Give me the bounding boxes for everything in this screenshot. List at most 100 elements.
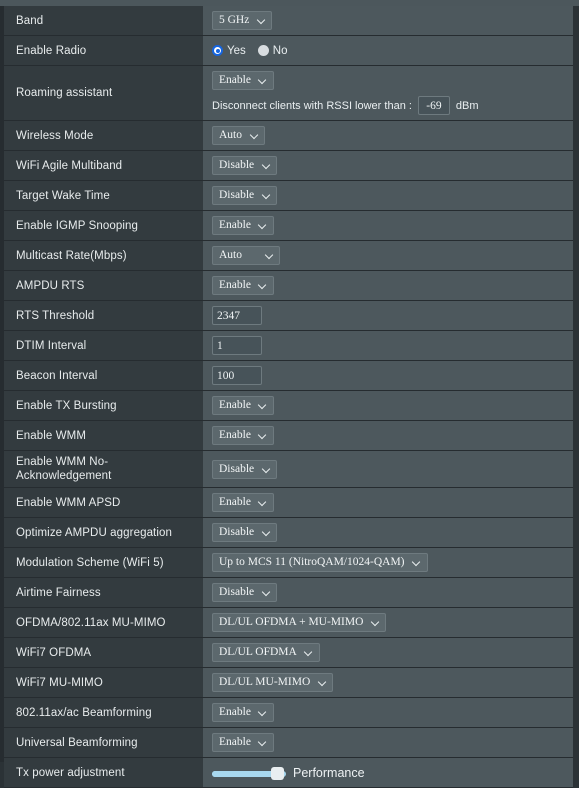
optimize-ampdu-aggregation-select[interactable]: Disable xyxy=(212,523,278,542)
rssi-threshold-input[interactable] xyxy=(417,96,450,115)
enable-wmm-no-acknowledgement-select[interactable]: Disable xyxy=(212,459,278,479)
row-label-modulation-scheme-wifi-5: Modulation Scheme (WiFi 5) xyxy=(4,548,203,577)
settings-row: Beacon Interval xyxy=(4,361,573,391)
rssi-threshold-line: Disconnect clients with RSSI lower than … xyxy=(212,96,573,115)
wifi7-ofdma-select[interactable]: DL/UL OFDMA xyxy=(212,643,320,662)
settings-row: WiFi7 OFDMA DL/UL OFDMA xyxy=(4,638,573,668)
enable-wmm-select[interactable]: Enable xyxy=(212,426,274,445)
settings-row: Enable WMM No-Acknowledgement Disable xyxy=(4,451,573,488)
chevron-down-icon xyxy=(259,431,268,440)
row-label-enable-wmm: Enable WMM xyxy=(4,421,203,450)
row-control-target-wake-time: Disable xyxy=(203,181,573,210)
rssi-threshold-label: Disconnect clients with RSSI lower than … xyxy=(212,99,412,112)
row-control-airtime-fairness: Disable xyxy=(203,578,573,607)
enable-igmp-snooping-select[interactable]: Enable xyxy=(212,216,274,235)
settings-row: RTS Threshold xyxy=(4,301,573,331)
row-control-multicast-rate-mbps: Auto xyxy=(203,241,573,270)
chevron-down-icon xyxy=(262,161,271,170)
chevron-down-icon xyxy=(413,558,422,567)
enable-radio-radio-no[interactable]: No xyxy=(257,45,287,57)
row-control-802-11ax-ac-beamforming: Enable xyxy=(203,698,573,727)
settings-row: WiFi7 MU-MIMO DL/UL MU-MIMO xyxy=(4,668,573,698)
settings-row: Band 5 GHz xyxy=(4,6,573,36)
select-value: Enable xyxy=(219,429,251,441)
universal-beamforming-select[interactable]: Enable xyxy=(212,733,274,752)
enable-radio-radio-group: Yes No xyxy=(212,45,573,57)
chevron-down-icon xyxy=(262,588,271,597)
rts-threshold-input[interactable] xyxy=(212,306,262,325)
select-value: Disable xyxy=(219,526,255,538)
wifi-agile-multiband-select[interactable]: Disable xyxy=(212,156,278,175)
row-label-optimize-ampdu-aggregation: Optimize AMPDU aggregation xyxy=(4,518,203,547)
multicast-rate-mbps-select[interactable]: Auto xyxy=(212,246,280,265)
row-label-dtim-interval: DTIM Interval xyxy=(4,331,203,360)
select-value: Disable xyxy=(219,462,255,475)
settings-row: Airtime Fairness Disable xyxy=(4,578,573,608)
ofdma-802-11ax-mu-mimo-select[interactable]: DL/UL OFDMA + MU-MIMO xyxy=(212,613,387,632)
row-control-enable-wmm: Enable xyxy=(203,421,573,450)
ampdu-rts-select[interactable]: Enable xyxy=(212,276,274,295)
select-value: DL/UL OFDMA + MU-MIMO xyxy=(219,616,364,628)
select-value: Enable xyxy=(219,706,251,718)
wireless-mode-select[interactable]: Auto xyxy=(212,126,265,145)
settings-row: Universal Beamforming Enable xyxy=(4,728,573,758)
chevron-down-icon xyxy=(262,465,271,474)
row-control-ampdu-rts: Enable xyxy=(203,271,573,300)
slider-fill xyxy=(212,770,274,777)
chevron-down-icon xyxy=(259,708,268,717)
target-wake-time-select[interactable]: Disable xyxy=(212,186,278,205)
row-control-ofdma-802-11ax-mu-mimo: DL/UL OFDMA + MU-MIMO xyxy=(203,608,573,637)
settings-row: Roaming assistant Enable Disconnect client… xyxy=(4,66,573,121)
row-control-tx-power-adjustment: Performance xyxy=(203,758,573,787)
row-control-dtim-interval xyxy=(203,331,573,360)
settings-row: Enable TX Bursting Enable xyxy=(4,391,573,421)
row-label-tx-power-adjustment: Tx power adjustment xyxy=(4,758,203,787)
radio-indicator-no[interactable] xyxy=(257,45,269,56)
chevron-down-icon xyxy=(305,648,314,657)
settings-row: Target Wake Time Disable xyxy=(4,181,573,211)
row-label-multicast-rate-mbps: Multicast Rate(Mbps) xyxy=(4,241,203,270)
row-label-band: Band xyxy=(4,6,203,35)
row-label-ofdma-802-11ax-mu-mimo: OFDMA/802.11ax MU-MIMO xyxy=(4,608,203,637)
enable-wmm-apsd-select[interactable]: Enable xyxy=(212,493,274,512)
row-control-enable-wmm-apsd: Enable xyxy=(203,488,573,517)
row-label-beacon-interval: Beacon Interval xyxy=(4,361,203,390)
select-value: Enable xyxy=(219,496,251,508)
enable-tx-bursting-select[interactable]: Enable xyxy=(212,396,274,415)
row-label-wireless-mode: Wireless Mode xyxy=(4,121,203,150)
row-label-enable-radio: Enable Radio xyxy=(4,36,203,65)
airtime-fairness-select[interactable]: Disable xyxy=(212,583,278,602)
wifi7-mu-mimo-select[interactable]: DL/UL MU-MIMO xyxy=(212,673,334,692)
select-value: Disable xyxy=(219,189,255,201)
settings-table: Band 5 GHz Enable Radio Yes No Roaming assist… xyxy=(4,6,573,788)
802-11ax-ac-beamforming-select[interactable]: Enable xyxy=(212,703,274,722)
band-select[interactable]: 5 GHz xyxy=(212,11,273,30)
row-control-enable-igmp-snooping: Enable xyxy=(203,211,573,240)
beacon-interval-input[interactable] xyxy=(212,366,262,385)
chevron-down-icon xyxy=(371,618,380,627)
slider-knob[interactable] xyxy=(271,766,284,780)
select-value: Enable xyxy=(219,279,251,291)
settings-row: Modulation Scheme (WiFi 5) Up to MCS 11 (… xyxy=(4,548,573,578)
settings-row: Optimize AMPDU aggregation Disable xyxy=(4,518,573,548)
chevron-down-icon xyxy=(259,498,268,507)
row-control-beacon-interval xyxy=(203,361,573,390)
row-label-universal-beamforming: Universal Beamforming xyxy=(4,728,203,757)
select-value: Enable xyxy=(219,74,251,86)
settings-row: Enable WMM APSD Enable xyxy=(4,488,573,518)
row-label-enable-tx-bursting: Enable TX Bursting xyxy=(4,391,203,420)
modulation-scheme-wifi-5-select[interactable]: Up to MCS 11 (NitroQAM/1024-QAM) xyxy=(212,553,428,572)
row-label-enable-igmp-snooping: Enable IGMP Snooping xyxy=(4,211,203,240)
settings-row: Enable Radio Yes No xyxy=(4,36,573,66)
row-label-enable-wmm-no-acknowledgement: Enable WMM No-Acknowledgement xyxy=(4,451,203,487)
chevron-down-icon xyxy=(262,191,271,200)
row-control-wireless-mode: Auto xyxy=(203,121,573,150)
settings-row: 802.11ax/ac Beamforming Enable xyxy=(4,698,573,728)
settings-row: WiFi Agile Multiband Disable xyxy=(4,151,573,181)
enable-radio-radio-yes[interactable]: Yes xyxy=(212,45,246,57)
settings-row: Multicast Rate(Mbps) Auto xyxy=(4,241,573,271)
select-value: Disable xyxy=(219,159,255,171)
roaming-assistant-select[interactable]: Enable xyxy=(212,71,274,90)
dtim-interval-input[interactable] xyxy=(212,336,262,355)
radio-indicator-yes[interactable] xyxy=(212,45,223,56)
